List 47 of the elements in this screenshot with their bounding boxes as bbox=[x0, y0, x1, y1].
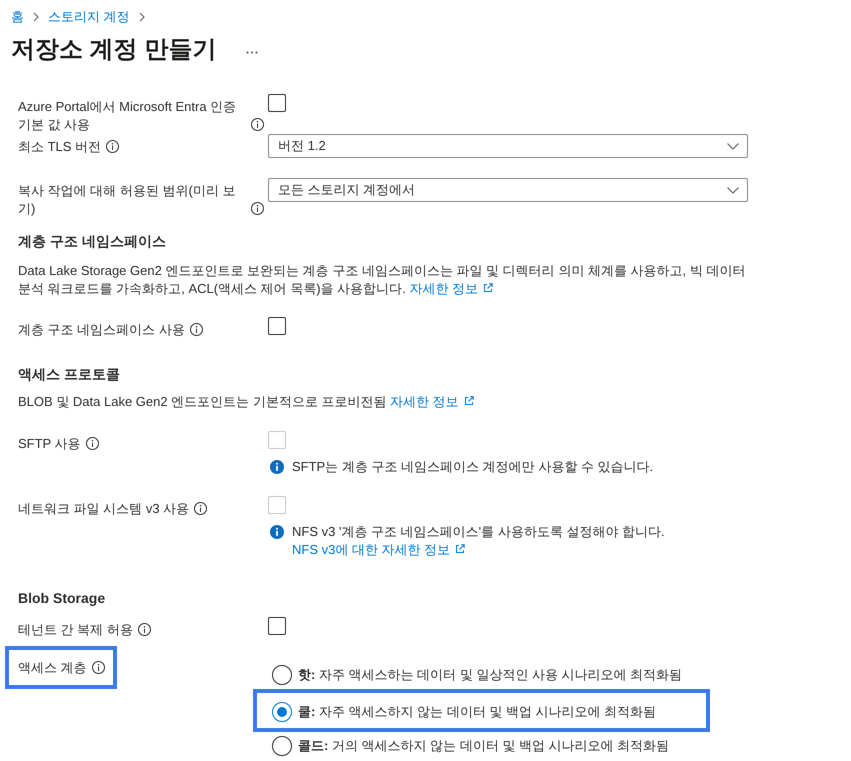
field-label: 액세스 계층 bbox=[18, 659, 87, 677]
more-icon[interactable] bbox=[246, 50, 258, 54]
info-icon[interactable] bbox=[251, 118, 264, 131]
info-icon[interactable] bbox=[138, 623, 151, 636]
chevron-right-icon bbox=[33, 12, 39, 22]
info-icon[interactable] bbox=[190, 323, 203, 336]
section-heading: 액세스 프로토콜 bbox=[18, 365, 120, 384]
page-title: 저장소 계정 만들기 bbox=[11, 35, 216, 65]
dropdown[interactable]: 버전 1.2 bbox=[268, 134, 748, 158]
info-icon bbox=[270, 525, 284, 539]
radio-button[interactable] bbox=[272, 702, 292, 722]
field-label: 테넌트 간 복제 허용 bbox=[18, 621, 133, 639]
field-label: SFTP 사용 bbox=[18, 435, 81, 453]
note-text: SFTP는 계층 구조 네임스페이스 계정에만 사용할 수 있습니다. bbox=[292, 458, 654, 476]
field-label: 최소 TLS 버전 bbox=[18, 138, 102, 156]
external-link-icon bbox=[455, 544, 466, 554]
section-heading: Blob Storage bbox=[18, 589, 106, 608]
checkbox[interactable] bbox=[268, 94, 286, 112]
checkbox[interactable] bbox=[268, 617, 286, 635]
breadcrumb-link[interactable]: 홈 bbox=[11, 8, 24, 26]
option-label: 쿨: 자주 액세스하지 않는 데이터 및 백업 시나리오에 최적화됨 bbox=[298, 703, 656, 721]
note-text: NFS v3 '계층 구조 네임스페이스'를 사용하도록 설정해야 합니다. NFS v3에 대한 자세한 정보 bbox=[292, 523, 666, 559]
info-icon[interactable] bbox=[92, 661, 105, 674]
section-description: Data Lake Storage Gen2 엔드포인트로 보완되는 계층 구조 네임스페이스는 파일 및 디렉터리 의미 체계를 사용하고, 빅 데이터 분석 워크로드를 가속화하고, ACL(액세스 제어 목록)을 사용합니다. 자세한 정보 bbox=[18, 262, 746, 298]
field-label: 네트워크 파일 시스템 v3 사용 bbox=[18, 500, 190, 518]
learn-more-link[interactable]: 자세한 정보 bbox=[390, 394, 474, 409]
external-link-icon bbox=[483, 283, 494, 293]
checkbox[interactable] bbox=[268, 317, 286, 335]
section-description: BLOB 및 Data Lake Gen2 엔드포인트는 기본적으로 프로비전됨 자세한 정보 bbox=[18, 393, 758, 411]
field-label: 복사 작업에 대해 허용된 범위(미리 보기) bbox=[18, 182, 236, 218]
chevron-down-icon bbox=[727, 186, 739, 194]
radio-button[interactable] bbox=[272, 665, 292, 685]
chevron-right-icon bbox=[138, 12, 145, 22]
external-link-icon bbox=[464, 396, 474, 406]
field-label: Azure Portal에서 Microsoft Entra 인증 기본 값 사용 bbox=[18, 98, 238, 134]
section-heading: 계층 구조 네임스페이스 bbox=[18, 232, 166, 251]
info-icon[interactable] bbox=[106, 140, 120, 153]
field-label: 계층 구조 네임스페이스 사용 bbox=[18, 321, 185, 339]
learn-more-link[interactable]: 자세한 정보 bbox=[409, 281, 494, 296]
option-label: 핫: 자주 액세스하는 데이터 및 일상적인 사용 시나리오에 최적화됨 bbox=[298, 666, 682, 684]
info-icon[interactable] bbox=[251, 202, 264, 215]
chevron-down-icon bbox=[727, 142, 739, 150]
radio-button[interactable] bbox=[272, 736, 292, 756]
info-icon bbox=[270, 460, 284, 474]
dropdown[interactable]: 모든 스토리지 계정에서 bbox=[268, 178, 748, 202]
breadcrumb-link[interactable]: 스토리지 계정 bbox=[48, 8, 130, 26]
option-label: 콜드: 거의 액세스하지 않는 데이터 및 백업 시나리오에 최적화됨 bbox=[298, 737, 670, 755]
